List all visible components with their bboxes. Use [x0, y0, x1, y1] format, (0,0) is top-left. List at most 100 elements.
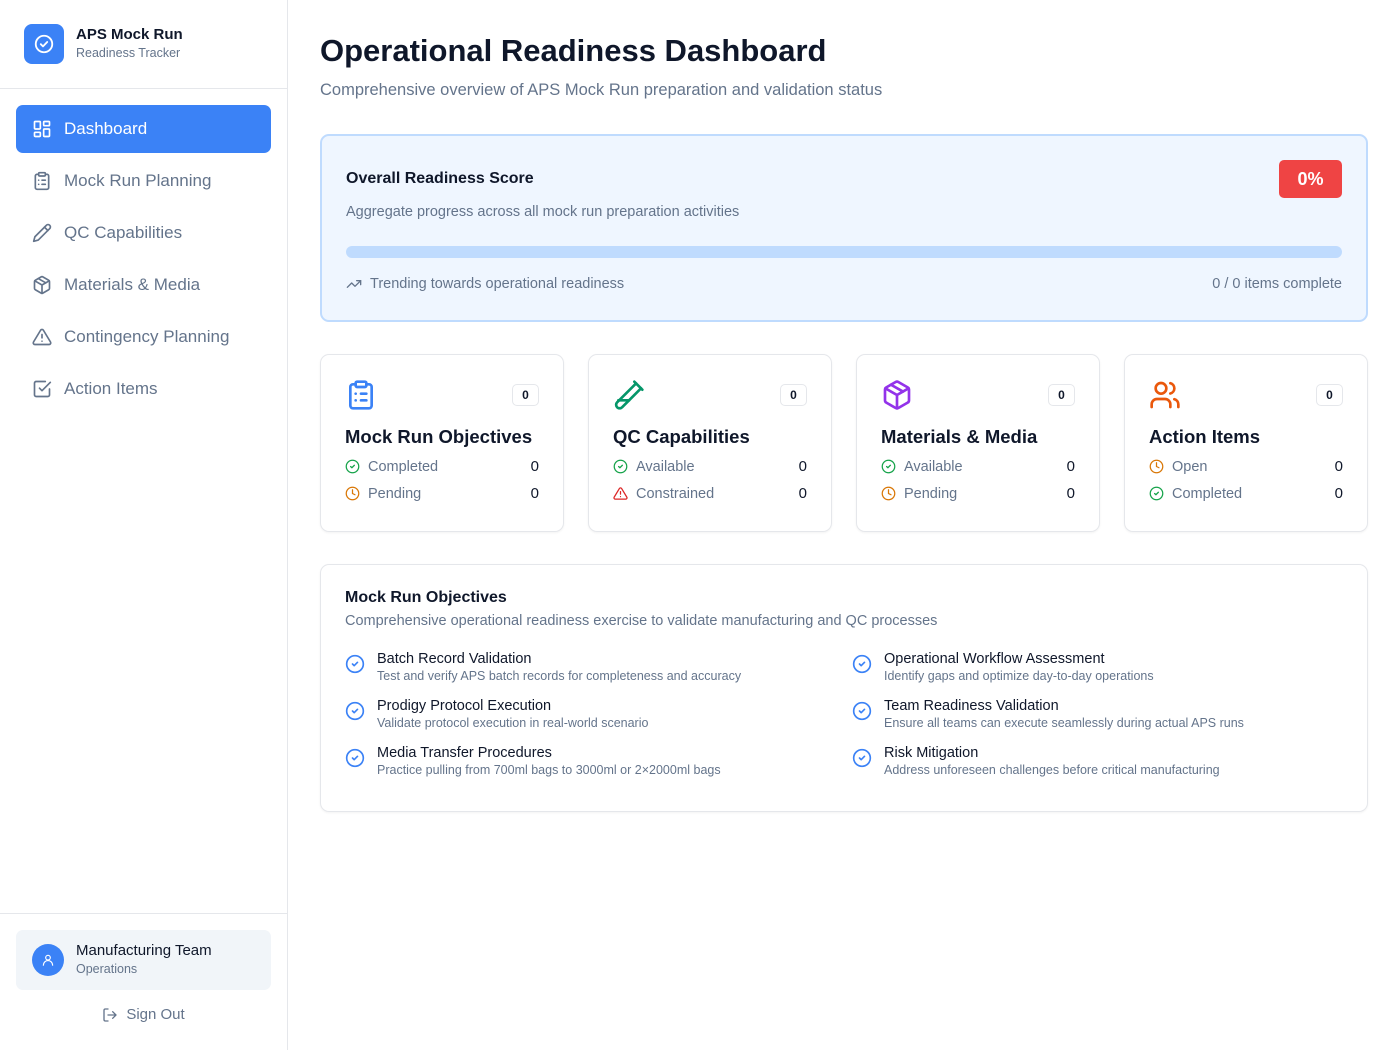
stat-row-label: Pending	[904, 485, 958, 502]
stat-card-qc-capabilities: 0 QC Capabilities Available 0 Constraine…	[588, 354, 832, 532]
log-out-icon	[103, 1007, 117, 1022]
sign-out-label: Sign Out	[126, 1006, 185, 1023]
main-content: Operational Readiness Dashboard Comprehe…	[320, 0, 1368, 812]
stat-title: QC Capabilities	[613, 426, 750, 447]
user-role: Operations	[76, 962, 138, 976]
objective-name: Team Readiness Validation	[884, 698, 1059, 714]
sidebar-item-materials-media[interactable]: Materials & Media	[16, 261, 271, 309]
objective-name: Operational Workflow Assessment	[884, 651, 1105, 667]
objective-desc: Test and verify APS batch records for co…	[377, 669, 742, 683]
sidebar-item-qc-capabilities[interactable]: QC Capabilities	[16, 209, 271, 257]
stat-row-label: Constrained	[636, 485, 715, 502]
sidebar-item-action-items[interactable]: Action Items	[16, 365, 271, 413]
score-description: Aggregate progress across all mock run p…	[346, 204, 740, 220]
objective-name: Prodigy Protocol Execution	[377, 698, 552, 714]
page-title: Operational Readiness Dashboard	[320, 33, 827, 68]
stat-row-label: Pending	[368, 485, 422, 502]
objective-desc: Ensure all teams can execute seamlessly …	[884, 716, 1244, 730]
objectives-title: Mock Run Objectives	[345, 589, 507, 606]
sidebar-item-label: Mock Run Planning	[64, 171, 212, 190]
clipboard-list-icon	[34, 171, 50, 191]
sidebar-item-contingency-planning[interactable]: Contingency Planning	[16, 313, 271, 361]
stat-row-value: 0	[798, 485, 807, 502]
objective-desc: Practice pulling from 700ml bags to 3000…	[377, 763, 721, 777]
objective-item: Risk Mitigation Address unforeseen challe…	[852, 745, 1332, 778]
check-circle-icon	[1149, 486, 1164, 501]
objective-item: Prodigy Protocol Execution Validate proto…	[345, 698, 852, 731]
trend: Trending towards operational readiness	[346, 276, 624, 292]
objective-name: Batch Record Validation	[377, 651, 532, 667]
sidebar-item-label: Contingency Planning	[64, 327, 230, 346]
sign-out-button[interactable]: Sign Out	[16, 1006, 271, 1023]
objective-item: Media Transfer Procedures Practice pullin…	[345, 745, 852, 778]
stat-row-label: Completed	[1172, 485, 1243, 502]
stat-row-label: Available	[636, 458, 695, 475]
users-icon	[1150, 381, 1180, 409]
stat-title: Mock Run Objectives	[345, 426, 533, 447]
brand: APS Mock Run Readiness Tracker	[0, 0, 287, 89]
page-subtitle: Comprehensive overview of APS Mock Run p…	[320, 81, 883, 99]
stat-row-value: 0	[530, 485, 539, 502]
package-icon	[33, 275, 51, 295]
objectives-subtitle: Comprehensive operational readiness exer…	[345, 613, 938, 629]
stat-row-label: Open	[1172, 458, 1208, 475]
stat-row-label: Completed	[368, 458, 439, 475]
objective-name: Risk Mitigation	[884, 745, 979, 761]
count-badge: 0	[512, 384, 539, 406]
alert-triangle-icon	[32, 328, 52, 346]
trending-up-icon	[346, 280, 362, 288]
objective-desc: Address unforeseen challenges before cri…	[884, 763, 1220, 777]
sidebar-item-dashboard[interactable]: Dashboard	[16, 105, 271, 153]
stat-card-mock-run-objectives: 0 Mock Run Objectives Completed 0 Pendin…	[320, 354, 564, 532]
layout-grid-icon	[33, 120, 51, 138]
objective-desc: Identify gaps and optimize day-to-day op…	[884, 669, 1154, 683]
stat-title: Materials & Media	[881, 426, 1038, 447]
stat-row-value: 0	[1334, 458, 1343, 475]
objectives-card: Mock Run Objectives Comprehensive operat…	[320, 564, 1368, 812]
check-circle-icon	[881, 459, 896, 474]
sidebar-nav: Dashboard Mock Run Planning QC Capabilit…	[0, 89, 287, 433]
clock-icon	[1149, 459, 1164, 474]
sidebar-item-mock-run-planning[interactable]: Mock Run Planning	[16, 157, 271, 205]
pencil-icon	[32, 223, 52, 243]
stat-row-value: 0	[798, 458, 807, 475]
readiness-score-card: Overall Readiness Score Aggregate progre…	[320, 134, 1368, 322]
test-tube-icon	[614, 380, 644, 410]
count-badge: 0	[1316, 384, 1343, 406]
stat-card-action-items: 0 Action Items Open 0 Completed 0	[1124, 354, 1368, 532]
objective-desc: Validate protocol execution in real-worl…	[377, 716, 649, 730]
score-title: Overall Readiness Score	[346, 170, 534, 187]
trend-text: Trending towards operational readiness	[370, 276, 625, 292]
user-card: Manufacturing Team Operations	[16, 930, 271, 990]
stat-row-value: 0	[1066, 485, 1075, 502]
stat-row-label: Available	[904, 458, 963, 475]
objective-name: Media Transfer Procedures	[377, 745, 552, 761]
clock-icon	[881, 486, 896, 501]
user-icon	[42, 954, 54, 966]
stat-row-value: 0	[530, 458, 539, 475]
brand-subtitle: Readiness Tracker	[76, 46, 181, 60]
sidebar-item-label: Action Items	[64, 379, 158, 398]
objective-item: Batch Record Validation Test and verify A…	[345, 651, 852, 684]
stat-row-value: 0	[1066, 458, 1075, 475]
count-badge: 0	[1048, 384, 1075, 406]
score-badge: 0%	[1279, 160, 1342, 198]
check-circle-icon	[345, 701, 365, 721]
objective-item: Operational Workflow Assessment Identify …	[852, 651, 1332, 684]
check-circle-icon	[852, 748, 872, 768]
check-circle-icon	[852, 701, 872, 721]
sidebar-item-label: QC Capabilities	[64, 223, 183, 242]
stat-title: Action Items	[1149, 426, 1261, 447]
alert-triangle-icon	[613, 487, 628, 500]
items-complete: 0 / 0 items complete	[1212, 276, 1342, 292]
check-square-icon	[33, 380, 52, 398]
count-badge: 0	[780, 384, 807, 406]
sidebar-item-label: Dashboard	[64, 119, 148, 138]
stat-row-value: 0	[1334, 485, 1343, 502]
package-icon	[883, 380, 911, 410]
stat-cards: 0 Mock Run Objectives Completed 0 Pendin…	[320, 354, 1368, 532]
check-circle-icon	[345, 654, 365, 674]
readiness-progress-bar	[346, 246, 1342, 258]
brand-title: APS Mock Run	[76, 26, 183, 43]
check-circle-icon	[24, 24, 64, 64]
